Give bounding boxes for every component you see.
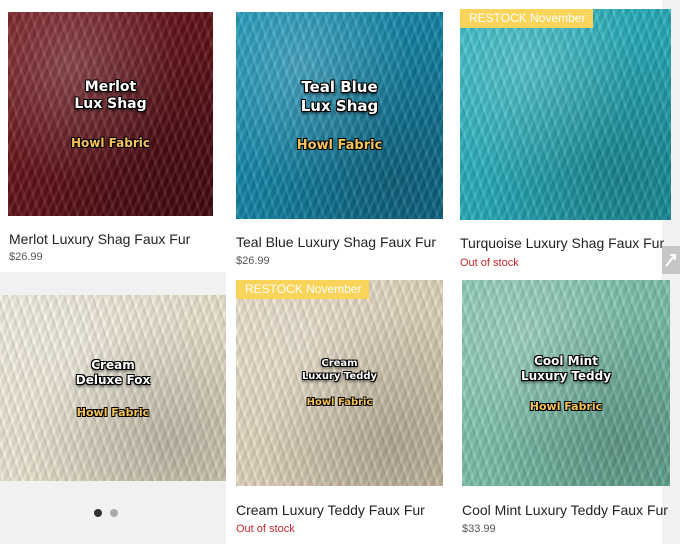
product-title[interactable]: Cool Mint Luxury Teddy Faux Fur	[462, 502, 668, 518]
overlay-name: Cream Deluxe Fox	[75, 357, 151, 387]
fur-texture	[460, 9, 671, 220]
overlay-brand: Howl Fabric	[76, 405, 150, 419]
product-title[interactable]: Cream Luxury Teddy Faux Fur	[236, 502, 425, 518]
overlay-name: Teal Blue Lux Shag	[300, 78, 379, 115]
product-image-cool-mint[interactable]: Cool Mint Luxury Teddy Howl Fabric	[462, 280, 670, 486]
stock-status: Out of stock	[460, 257, 519, 269]
overlay-name: Merlot Lux Shag	[74, 78, 147, 113]
product-title[interactable]: Turquoise Luxury Shag Faux Fur	[460, 235, 664, 251]
product-image-turquoise[interactable]	[460, 9, 671, 220]
product-image-teal-blue[interactable]: Teal Blue Lux Shag Howl Fabric	[236, 12, 443, 219]
product-image-cream-fox[interactable]: Cream Deluxe Fox Howl Fabric	[0, 295, 226, 481]
product-price: $26.99	[9, 251, 43, 263]
carousel-dot-active[interactable]	[94, 509, 102, 517]
overlay-brand: Howl Fabric	[71, 135, 150, 150]
diagonal-arrow-icon	[665, 254, 676, 267]
product-price: $33.99	[462, 523, 496, 535]
carousel-dot[interactable]	[110, 509, 118, 517]
product-image-merlot[interactable]: Merlot Lux Shag Howl Fabric	[8, 12, 213, 216]
image-overlay: Merlot Lux Shag Howl Fabric	[71, 79, 150, 150]
restock-badge: RESTOCK November	[236, 280, 370, 299]
product-title[interactable]: Teal Blue Luxury Shag Faux Fur	[236, 234, 436, 250]
expand-button[interactable]	[662, 246, 680, 274]
restock-badge: RESTOCK November	[460, 9, 594, 28]
product-title[interactable]: Merlot Luxury Shag Faux Fur	[9, 231, 190, 247]
image-overlay: Cream Deluxe Fox Howl Fabric	[76, 358, 151, 419]
product-price: $26.99	[236, 255, 270, 267]
image-overlay: Teal Blue Lux Shag Howl Fabric	[297, 78, 383, 153]
stock-status: Out of stock	[236, 523, 295, 535]
overlay-name: Cool Mint Luxury Teddy	[520, 353, 612, 383]
overlay-brand: Howl Fabric	[306, 397, 373, 408]
product-image-cream-teddy[interactable]: Cream Luxury Teddy Howl Fabric	[236, 280, 443, 486]
overlay-brand: Howl Fabric	[296, 137, 383, 153]
image-overlay: Cream Luxury Teddy Howl Fabric	[302, 358, 377, 408]
overlay-name: Cream Luxury Teddy	[301, 358, 378, 382]
overlay-brand: Howl Fabric	[529, 399, 603, 413]
image-overlay: Cool Mint Luxury Teddy Howl Fabric	[521, 354, 611, 413]
